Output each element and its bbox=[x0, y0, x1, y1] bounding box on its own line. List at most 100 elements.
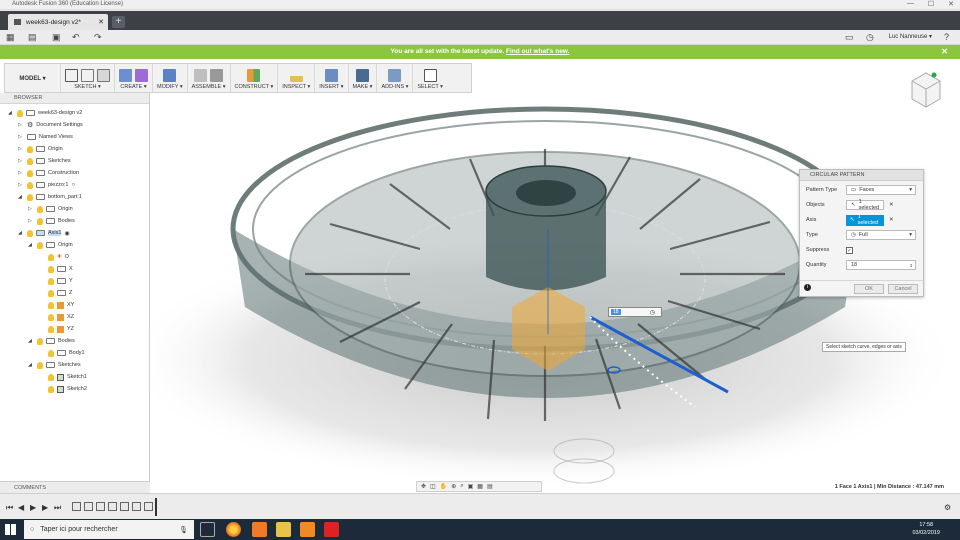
go-to-end-icon[interactable]: ⏭ bbox=[54, 503, 61, 513]
clock-icon[interactable]: ◷ bbox=[866, 32, 874, 43]
workspace-selector[interactable]: MODEL ▾ bbox=[5, 64, 61, 92]
offset-plane-icon[interactable] bbox=[247, 69, 261, 82]
minimize-button[interactable]: — bbox=[907, 0, 914, 8]
comments-panel[interactable]: COMMENTS bbox=[0, 481, 150, 493]
tree-item[interactable]: Sketch2 bbox=[48, 383, 87, 395]
collapse-icon[interactable]: ◢ bbox=[28, 362, 34, 368]
whats-new-link[interactable]: Find out what's new. bbox=[506, 48, 569, 55]
new-component-icon[interactable] bbox=[194, 69, 208, 82]
visibility-bulb-icon[interactable] bbox=[37, 337, 43, 345]
clear-objects-icon[interactable]: ✕ bbox=[889, 202, 894, 208]
tree-item[interactable]: ◢ Sketches bbox=[28, 359, 81, 371]
tree-item[interactable]: ▷ ⚙ Document Settings bbox=[18, 119, 83, 131]
look-at-icon[interactable]: ◫ bbox=[430, 483, 436, 490]
user-menu[interactable]: Luc Nanneuse ▾ bbox=[889, 33, 932, 40]
insert-menu[interactable]: INSERT ▾ bbox=[319, 84, 343, 90]
expand-icon[interactable]: ◢ bbox=[8, 110, 14, 116]
create-menu[interactable]: CREATE ▾ bbox=[120, 84, 146, 90]
tree-item-active[interactable]: ◢ Axis1 ◉ bbox=[18, 227, 70, 239]
insert-image-icon[interactable] bbox=[324, 69, 338, 82]
tree-item[interactable]: ✚ O bbox=[48, 251, 69, 263]
tree-item[interactable]: ◢ Bodies bbox=[28, 335, 75, 347]
zoom-icon[interactable]: ⊕ bbox=[451, 483, 456, 490]
help-icon[interactable]: ? bbox=[944, 32, 949, 42]
create-form-icon[interactable] bbox=[135, 69, 148, 82]
browser-header[interactable]: BROWSER bbox=[0, 93, 149, 104]
microphone-icon[interactable]: 🎙 bbox=[179, 526, 188, 534]
tree-item[interactable]: ▷ Named Views bbox=[18, 131, 73, 143]
timeline-feature-icon[interactable] bbox=[72, 502, 81, 511]
tree-item[interactable]: ▷ Sketches bbox=[18, 155, 71, 167]
new-tab-button[interactable]: + bbox=[112, 16, 125, 28]
step-back-icon[interactable]: ◀ bbox=[18, 503, 24, 512]
close-window-button[interactable]: ✕ bbox=[948, 0, 954, 8]
timeline-marker[interactable] bbox=[155, 498, 157, 516]
explorer-icon[interactable] bbox=[276, 522, 291, 537]
collapse-icon[interactable]: ◢ bbox=[18, 230, 24, 236]
make-menu[interactable]: MAKE ▾ bbox=[353, 84, 373, 90]
measure-icon[interactable] bbox=[289, 76, 303, 82]
timeline-feature-icon[interactable] bbox=[96, 502, 105, 511]
viewports-icon[interactable]: ▤ bbox=[487, 483, 493, 490]
visibility-bulb-icon[interactable] bbox=[27, 157, 33, 165]
create-sketch-icon[interactable] bbox=[65, 69, 78, 82]
expand-icon[interactable]: ▷ bbox=[18, 158, 24, 164]
visibility-bulb-icon[interactable] bbox=[27, 193, 33, 201]
visibility-bulb-icon[interactable] bbox=[27, 181, 33, 189]
suppress-checkbox[interactable]: ✓ bbox=[846, 246, 853, 254]
tree-item[interactable]: ◢ bottom_part:1 bbox=[18, 191, 82, 203]
visibility-bulb-icon[interactable] bbox=[48, 289, 54, 297]
visibility-bulb-icon[interactable] bbox=[48, 253, 54, 261]
quantity-gizmo-input[interactable]: 18 bbox=[611, 309, 621, 315]
visibility-bulb-icon[interactable] bbox=[48, 301, 54, 309]
redo-icon[interactable]: ↷ bbox=[94, 32, 102, 43]
tree-item[interactable]: ▷ Bodies bbox=[28, 215, 75, 227]
spinner-icon[interactable]: ⇕ bbox=[910, 263, 913, 268]
expand-icon[interactable]: ▷ bbox=[18, 182, 24, 188]
visibility-bulb-icon[interactable] bbox=[48, 277, 54, 285]
expand-icon[interactable]: ▷ bbox=[28, 206, 34, 212]
addins-menu[interactable]: ADD-INS ▾ bbox=[381, 84, 408, 90]
visibility-bulb-icon[interactable] bbox=[48, 385, 54, 393]
sketch-menu[interactable]: SKETCH ▾ bbox=[74, 84, 101, 90]
canvas-viewport[interactable]: 18 ◷ MODEL ▾ SKETCH ▾ CREATE ▾ MODIFY ▾ … bbox=[0, 59, 960, 493]
expand-icon[interactable]: ▷ bbox=[18, 134, 24, 140]
fusion-app-icon[interactable] bbox=[252, 522, 267, 537]
select-icon[interactable] bbox=[423, 69, 437, 82]
visibility-bulb-icon[interactable] bbox=[17, 109, 23, 117]
tree-item[interactable]: Sketch1 bbox=[48, 371, 87, 383]
activate-radio-icon[interactable]: ○ bbox=[72, 182, 76, 188]
scripts-icon[interactable] bbox=[388, 69, 402, 82]
chat-icon[interactable]: ▭ bbox=[845, 32, 854, 43]
task-view-icon[interactable] bbox=[200, 522, 215, 537]
tree-item[interactable]: XZ bbox=[48, 311, 74, 323]
tree-item[interactable]: Z bbox=[48, 287, 72, 299]
visibility-bulb-icon[interactable] bbox=[37, 241, 43, 249]
pan-icon[interactable]: ✋ bbox=[440, 483, 447, 490]
app-icon[interactable] bbox=[324, 522, 339, 537]
tree-item[interactable]: YZ bbox=[48, 323, 74, 335]
timeline-feature-icon[interactable] bbox=[132, 502, 141, 511]
joint-icon[interactable] bbox=[210, 69, 224, 82]
visibility-bulb-icon[interactable] bbox=[37, 217, 43, 225]
inspect-menu[interactable]: INSPECT ▾ bbox=[282, 84, 310, 90]
visibility-bulb-icon[interactable] bbox=[48, 373, 54, 381]
select-menu[interactable]: SELECT ▾ bbox=[417, 84, 443, 90]
expand-icon[interactable]: ▷ bbox=[18, 122, 24, 128]
expand-icon[interactable]: ▷ bbox=[28, 218, 34, 224]
taskbar-search[interactable]: ○ Taper ici pour rechercher 🎙 bbox=[24, 520, 194, 539]
tree-item[interactable]: X bbox=[48, 263, 73, 275]
insert-group[interactable]: INSERT ▾ bbox=[315, 64, 349, 92]
addins-group[interactable]: ADD-INS ▾ bbox=[377, 64, 414, 92]
firefox-icon[interactable] bbox=[226, 522, 241, 537]
save-icon[interactable]: ▣ bbox=[52, 32, 61, 43]
3d-print-icon[interactable] bbox=[355, 69, 369, 82]
quantity-input[interactable]: 18 ⇕ bbox=[846, 260, 916, 270]
ok-button[interactable]: OK bbox=[854, 284, 884, 294]
sketch-group[interactable]: SKETCH ▾ bbox=[61, 64, 115, 92]
step-forward-icon[interactable]: ▶ bbox=[42, 503, 48, 512]
modify-menu[interactable]: MODIFY ▾ bbox=[157, 84, 183, 90]
visibility-bulb-icon[interactable] bbox=[37, 361, 43, 369]
expand-icon[interactable]: ▷ bbox=[18, 170, 24, 176]
collapse-icon[interactable]: ◢ bbox=[28, 242, 34, 248]
